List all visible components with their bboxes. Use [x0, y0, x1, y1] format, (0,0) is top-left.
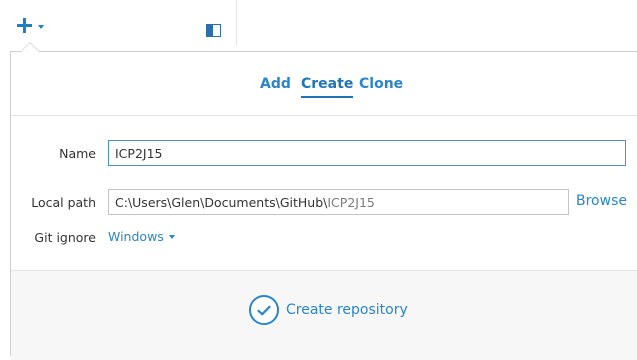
popover-arrow-inner [21, 43, 39, 52]
create-repository-popover: Add Create Clone Name Local path C:\User… [10, 51, 637, 360]
create-form: Name Local path C:\Users\Glen\Documents\… [11, 116, 637, 270]
caret-down-icon [168, 235, 175, 239]
plus-icon [16, 17, 33, 34]
local-path-suffix: ICP2J15 [327, 194, 375, 210]
check-circle-icon [249, 295, 279, 325]
git-ignore-label: Git ignore [34, 230, 96, 245]
tab-clone[interactable]: Clone [359, 76, 403, 96]
local-path-field[interactable]: C:\Users\Glen\Documents\GitHub\ ICP2J15 [108, 189, 569, 215]
name-label: Name [59, 146, 96, 161]
toolbar-divider [236, 0, 237, 46]
tab-add[interactable]: Add [260, 76, 291, 96]
git-ignore-value: Windows [108, 229, 164, 244]
sidebar-panel-icon[interactable] [206, 24, 221, 37]
name-field[interactable] [108, 140, 626, 166]
panel-fill [207, 25, 213, 36]
create-repository-label: Create repository [286, 302, 408, 318]
add-repository-button[interactable] [16, 17, 44, 34]
check-mark-icon [257, 305, 271, 315]
browse-button[interactable]: Browse [576, 193, 627, 209]
footer: Create repository [11, 270, 637, 360]
local-path-label: Local path [31, 195, 96, 210]
tab-create[interactable]: Create [301, 76, 354, 98]
caret-down-icon [38, 24, 44, 29]
git-ignore-select[interactable]: Windows [108, 229, 175, 244]
create-repository-button[interactable]: Create repository [249, 295, 408, 325]
local-path-prefix: C:\Users\Glen\Documents\GitHub\ [115, 194, 328, 210]
tab-bar: Add Create Clone [11, 52, 637, 116]
toolbar [0, 0, 637, 46]
